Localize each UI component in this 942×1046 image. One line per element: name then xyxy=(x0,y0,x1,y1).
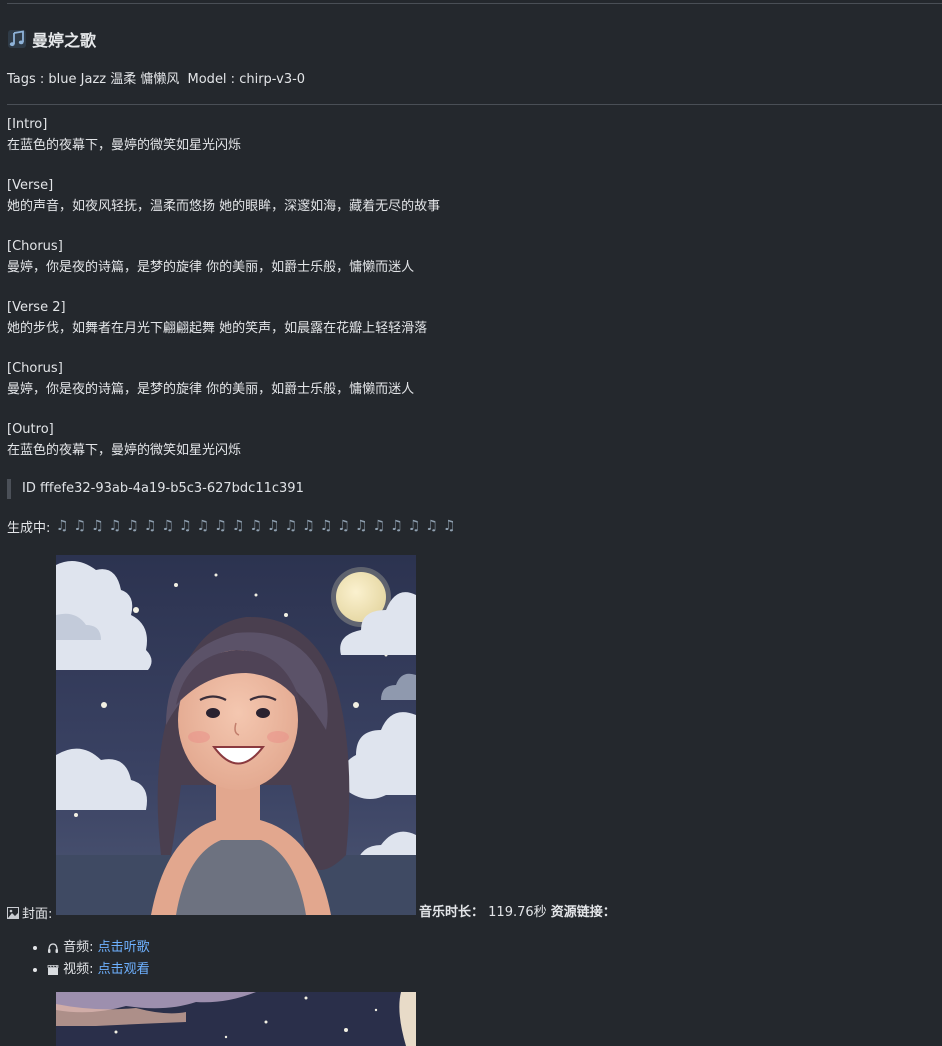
image-icon xyxy=(7,906,19,919)
clapper-icon xyxy=(47,964,59,975)
lyrics-stanza-verse-2: [Verse 2] 她的步伐，如舞者在月光下翩翩起舞 她的笑声，如晨露在花瓣上轻… xyxy=(7,297,907,358)
stanza-text: 曼婷，你是夜的诗篇，是梦的旋律 你的美丽，如爵士乐般，慵懒而迷人 xyxy=(7,382,415,397)
music-note-icon: ♫ xyxy=(73,518,87,534)
stanza-label: [Chorus] xyxy=(7,239,63,254)
stanza-text: 她的声音，如夜风轻抚，温柔而悠扬 她的眼眸，深邃如海，藏着无尽的故事 xyxy=(7,199,441,214)
music-note-icon: ♫ xyxy=(179,518,192,534)
lyrics-stanza-intro: [Intro] 在蓝色的夜幕下，曼婷的微笑如星光闪烁 xyxy=(7,114,907,175)
stanza-label: [Chorus] xyxy=(7,361,63,376)
audio-link[interactable]: 点击听歌 xyxy=(98,940,150,955)
music-note-icon: ♫ xyxy=(249,518,262,534)
cover-label-group: 封面: xyxy=(7,903,52,922)
tags-model-line: Tags : blue Jazz 温柔 慵懒风 Model : chirp-v3… xyxy=(7,68,305,87)
stanza-text: 她的步伐，如舞者在月光下翩翩起舞 她的笑声，如晨露在花瓣上轻轻滑落 xyxy=(7,321,428,336)
video-link[interactable]: 点击观看 xyxy=(98,962,150,977)
lyrics-stanza-chorus: [Chorus] 曼婷，你是夜的诗篇，是梦的旋律 你的美丽，如爵士乐般，慵懒而迷… xyxy=(7,236,907,297)
resources-label: 资源链接： xyxy=(550,905,616,920)
resource-list: 音频: 点击听歌 视频: 点击观看 xyxy=(30,937,150,981)
lyrics-block: [Intro] 在蓝色的夜幕下，曼婷的微笑如星光闪烁 [Verse] 她的声音，… xyxy=(7,114,907,480)
generation-progress: 生成中: ♫ ♫ ♫ ♫ ♫ ♫ ♫ ♫ ♫ ♫ ♫ ♫ ♫ ♫ ♫ ♫ ♫ ♫ ♫ ♫ ♫ ♫ ♫ xyxy=(7,515,458,537)
video-cover-image[interactable] xyxy=(56,992,416,1046)
headphones-icon xyxy=(48,942,58,953)
stanza-label: [Intro] xyxy=(7,117,48,132)
section-divider xyxy=(7,104,942,105)
music-note-icon: ♫ xyxy=(231,518,245,534)
music-note-icon: ♫ xyxy=(390,518,403,534)
top-divider xyxy=(7,3,942,4)
music-note-icon xyxy=(8,30,26,48)
music-note-icon: ♫ xyxy=(126,518,139,534)
music-note-icon: ♫ xyxy=(337,518,350,534)
progress-notes: ♫ ♫ ♫ ♫ ♫ ♫ ♫ ♫ ♫ ♫ ♫ ♫ ♫ ♫ ♫ ♫ ♫ ♫ ♫ ♫ ♫ ♫ ♫ xyxy=(53,518,458,534)
cover-illustration xyxy=(56,555,416,915)
duration-value: 119.76秒 xyxy=(488,905,547,920)
cover-meta: 音乐时长： 119.76秒 资源链接： xyxy=(419,901,616,920)
duration-label: 音乐时长： xyxy=(419,905,485,920)
lyrics-stanza-verse: [Verse] 她的声音，如夜风轻抚，温柔而悠扬 她的眼眸，深邃如海，藏着无尽的… xyxy=(7,175,907,236)
song-title: 曼婷之歌 xyxy=(7,28,96,50)
stanza-label: [Verse] xyxy=(7,178,54,193)
music-note-icon: ♫ xyxy=(284,518,298,534)
model-text: Model : chirp-v3-0 xyxy=(187,72,306,87)
music-note-icon: ♫ xyxy=(55,518,69,534)
cover-image[interactable] xyxy=(56,555,416,915)
stanza-label: [Outro] xyxy=(7,422,54,437)
music-note-icon: ♫ xyxy=(302,518,315,534)
tags-text: Tags : blue Jazz 温柔 慵懒风 xyxy=(7,72,180,87)
music-note-icon: ♫ xyxy=(407,518,421,534)
music-note-icon: ♫ xyxy=(196,518,210,534)
music-note-icon: ♫ xyxy=(319,518,333,534)
stanza-text: 在蓝色的夜幕下，曼婷的微笑如星光闪烁 xyxy=(7,443,242,458)
music-note-icon: ♫ xyxy=(355,518,368,534)
video-label: 视频: xyxy=(63,962,94,977)
music-note-icon: ♫ xyxy=(143,518,157,534)
audio-label: 音频: xyxy=(63,940,94,955)
lyrics-stanza-outro: [Outro] 在蓝色的夜幕下，曼婷的微笑如星光闪烁 xyxy=(7,419,907,480)
song-page: 曼婷之歌 Tags : blue Jazz 温柔 慵懒风 Model : chi… xyxy=(0,0,942,1046)
cover-row: 封面: 音乐时长： 119.76秒 资源链接： xyxy=(7,555,937,922)
video-cover-illustration xyxy=(56,992,416,1046)
song-id-quote: ID fffefe32-93ab-4a19-b5c3-627bdc11c391 xyxy=(7,479,304,499)
music-note-icon: ♫ xyxy=(91,518,104,534)
list-item-video: 视频: 点击观看 xyxy=(47,959,150,981)
progress-label: 生成中: xyxy=(7,520,51,536)
music-note-icon: ♫ xyxy=(442,518,456,534)
stanza-text: 曼婷，你是夜的诗篇，是梦的旋律 你的美丽，如爵士乐般，慵懒而迷人 xyxy=(7,260,415,275)
music-note-icon: ♫ xyxy=(425,518,438,534)
cover-label: 封面: xyxy=(22,907,53,922)
list-item-audio: 音频: 点击听歌 xyxy=(47,937,150,959)
stanza-label: [Verse 2] xyxy=(7,300,66,315)
music-note-icon: ♫ xyxy=(214,518,227,534)
music-note-icon: ♫ xyxy=(161,518,175,534)
music-note-icon: ♫ xyxy=(372,518,386,534)
music-note-icon: ♫ xyxy=(108,518,122,534)
music-note-icon: ♫ xyxy=(267,518,280,534)
lyrics-stanza-chorus-2: [Chorus] 曼婷，你是夜的诗篇，是梦的旋律 你的美丽，如爵士乐般，慵懒而迷… xyxy=(7,358,907,419)
stanza-text: 在蓝色的夜幕下，曼婷的微笑如星光闪烁 xyxy=(7,138,242,153)
song-title-text: 曼婷之歌 xyxy=(32,31,97,50)
